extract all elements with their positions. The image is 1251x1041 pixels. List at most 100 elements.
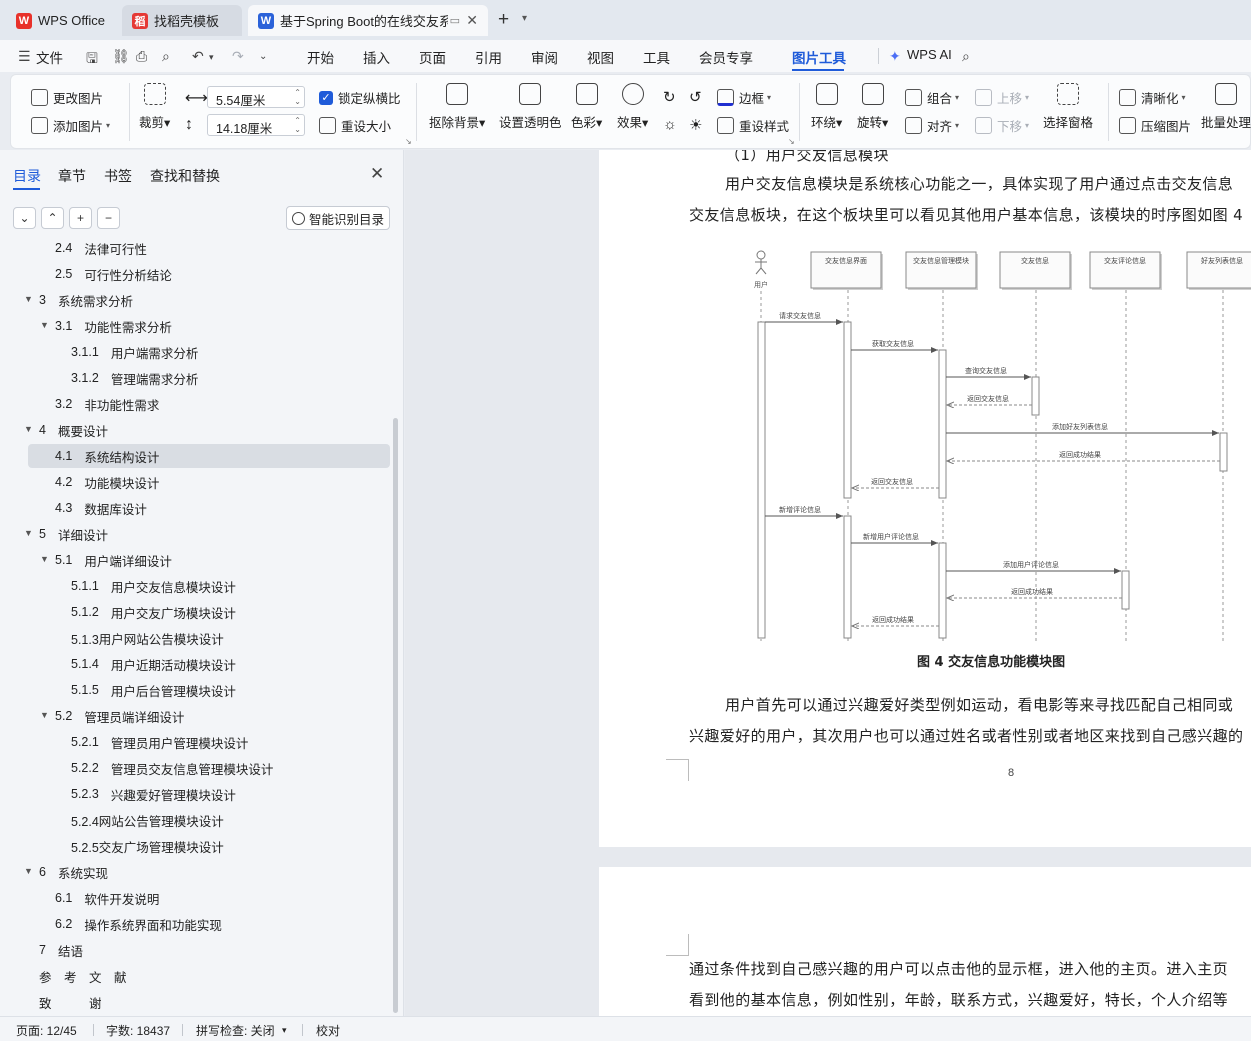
toc-item[interactable]: 2.4 法律可行性: [55, 236, 147, 260]
toc-item[interactable]: 5.1.1 用户交友信息模块设计: [71, 574, 236, 598]
toc-item[interactable]: 致 谢: [39, 990, 102, 1014]
menu-wps-ai[interactable]: WPS AI: [907, 47, 952, 62]
page-count[interactable]: 页面: 12/45: [16, 1022, 77, 1039]
toc-item[interactable]: 5.1.5 用户后台管理模块设计: [71, 678, 236, 702]
toc-item[interactable]: 参 考 文 献: [39, 964, 127, 988]
toc-item[interactable]: 5.2.3 兴趣爱好管理模块设计: [71, 782, 236, 806]
menu-picture-tools[interactable]: 图片工具: [792, 47, 846, 67]
undo-icon[interactable]: ↶: [192, 48, 204, 65]
toc-item[interactable]: 3 系统需求分析: [39, 288, 133, 312]
toc-item[interactable]: 5.2.1 管理员用户管理模块设计: [71, 730, 248, 754]
move-down-button[interactable]: 下移 ▾: [975, 116, 1029, 135]
increase-brightness-icon[interactable]: ☼: [663, 116, 677, 133]
remove-background-button[interactable]: 抠除背景▾: [429, 83, 485, 131]
toc-item[interactable]: 5.1.2 用户交友广场模块设计: [71, 600, 236, 624]
effect-button[interactable]: 效果▾: [617, 83, 648, 131]
toc-item[interactable]: 3.1 功能性需求分析: [55, 314, 172, 338]
border-button[interactable]: 边框 ▾: [717, 88, 771, 107]
collapse-all-button[interactable]: ⌄: [13, 207, 36, 229]
close-icon[interactable]: ✕: [370, 164, 384, 184]
tab-docer-template[interactable]: 稻 找稻壳模板: [122, 5, 242, 36]
hamburger-menu-icon[interactable]: ☰: [18, 48, 31, 65]
selection-pane-button[interactable]: 选择窗格: [1043, 83, 1093, 131]
scrollbar-thumb[interactable]: [393, 418, 398, 1013]
menu-member[interactable]: 会员专享: [699, 47, 753, 67]
nav-tab-toc[interactable]: 目录: [13, 166, 41, 186]
dialog-launcher-icon[interactable]: ↘: [788, 137, 795, 146]
lock-ratio-checkbox[interactable]: ✓ 锁定纵横比: [319, 88, 401, 107]
crop-button[interactable]: 裁剪▾: [139, 83, 170, 131]
wrap-button[interactable]: 环绕▾: [811, 83, 842, 131]
menu-tools[interactable]: 工具: [643, 47, 670, 67]
menu-review[interactable]: 审阅: [531, 47, 558, 67]
toc-item[interactable]: 6.2 操作系统界面和功能实现: [55, 912, 222, 936]
dialog-launcher-icon[interactable]: ↘: [405, 137, 412, 146]
close-icon[interactable]: ✕: [466, 12, 478, 29]
save-icon[interactable]: 🖫: [86, 48, 98, 72]
add-image-button[interactable]: 添加图片 ▾: [31, 116, 110, 135]
height-field[interactable]: 14.18厘米 ⌃ ⌄: [207, 114, 305, 136]
align-button[interactable]: 对齐 ▾: [905, 116, 959, 135]
remove-heading-button[interactable]: −: [97, 207, 120, 229]
set-transparent-button[interactable]: 设置透明色: [499, 83, 562, 131]
toc-item[interactable]: 5 详细设计: [39, 522, 108, 546]
add-heading-button[interactable]: +: [69, 207, 92, 229]
toc-item[interactable]: 5.1.4 用户近期活动模块设计: [71, 652, 236, 676]
toc-item[interactable]: 5.1 用户端详细设计: [55, 548, 172, 572]
group-button[interactable]: 组合 ▾: [905, 88, 959, 107]
toc-item[interactable]: 3.2 非功能性需求: [55, 392, 159, 416]
expand-up-button[interactable]: ⌃: [41, 207, 64, 229]
expand-toggle-icon[interactable]: ▼: [24, 424, 33, 434]
toc-item[interactable]: 2.5 可行性分析结论: [55, 262, 172, 286]
chevron-down-icon[interactable]: ▾: [522, 13, 527, 24]
toc-item[interactable]: 6.1 软件开发说明: [55, 886, 159, 910]
new-tab-icon[interactable]: +: [498, 9, 509, 31]
spinner-arrows-icon[interactable]: ⌃ ⌄: [294, 88, 301, 106]
expand-toggle-icon[interactable]: ▼: [24, 866, 33, 876]
expand-toggle-icon[interactable]: ▼: [40, 320, 49, 330]
chevron-down-icon[interactable]: ▾: [209, 52, 214, 63]
width-field[interactable]: 5.54厘米 ⌃ ⌄: [207, 86, 305, 108]
spell-check-status[interactable]: 拼写检查: 关闭: [196, 1022, 275, 1039]
nav-tab-find-replace[interactable]: 查找和替换: [150, 166, 220, 186]
decrease-brightness-icon[interactable]: ☀: [689, 116, 702, 134]
toc-item[interactable]: 4 概要设计: [39, 418, 108, 442]
increase-contrast-icon[interactable]: ↻: [663, 88, 676, 106]
toc-item[interactable]: 3.1.2 管理端需求分析: [71, 366, 198, 390]
document-canvas[interactable]: （1）用户交友信息模块 用户交友信息模块是系统核心功能之一，具体实现了用户通过点…: [405, 150, 1251, 1016]
tab-document[interactable]: W 基于Spring Boot的在线交友系 ▭ ✕: [248, 5, 488, 36]
sequence-diagram[interactable]: 用户 交友信息界面 交友信息管理模块 交友信息 交友评论信息 好友列表信息 请求…: [739, 246, 1251, 646]
rotate-button[interactable]: 旋转▾: [857, 83, 888, 131]
link-icon[interactable]: ⛓: [112, 48, 130, 65]
chevron-down-icon[interactable]: ⌄: [259, 51, 267, 62]
proofread-button[interactable]: 校对: [316, 1022, 340, 1039]
move-up-button[interactable]: 上移 ▾: [975, 88, 1029, 107]
expand-toggle-icon[interactable]: ▼: [40, 710, 49, 720]
toc-item[interactable]: 5.2.2 管理员交友信息管理模块设计: [71, 756, 273, 780]
toc-item[interactable]: 5.2.5交友广场管理模块设计: [71, 834, 224, 858]
change-image-button[interactable]: 更改图片: [31, 88, 103, 107]
word-count[interactable]: 字数: 18437: [106, 1022, 170, 1039]
menu-reference[interactable]: 引用: [475, 47, 502, 67]
menu-page[interactable]: 页面: [419, 47, 446, 67]
print-preview-icon[interactable]: ⌕: [162, 48, 170, 65]
screen-icon[interactable]: ▭: [450, 14, 460, 27]
toc-item[interactable]: 4.1 系统结构设计: [55, 444, 159, 468]
expand-toggle-icon[interactable]: ▼: [24, 294, 33, 304]
toc-item[interactable]: 5.2.4网站公告管理模块设计: [71, 808, 224, 832]
compress-image-button[interactable]: 压缩图片: [1119, 116, 1191, 135]
toc-item[interactable]: 3.1.1 用户端需求分析: [71, 340, 198, 364]
toc-item[interactable]: 5.1.3用户网站公告模块设计: [71, 626, 224, 650]
menu-file[interactable]: 文件: [36, 47, 63, 67]
toc-item[interactable]: 6 系统实现: [39, 860, 108, 884]
toc-item[interactable]: 4.2 功能模块设计: [55, 470, 159, 494]
toc-item[interactable]: 7 结语: [39, 938, 83, 962]
chevron-down-icon[interactable]: ▾: [282, 1025, 287, 1036]
smart-toc-button[interactable]: 智能识别目录: [286, 206, 390, 230]
spinner-arrows-icon[interactable]: ⌃ ⌄: [294, 116, 301, 134]
expand-toggle-icon[interactable]: ▼: [24, 528, 33, 538]
toc-item[interactable]: 5.2 管理员端详细设计: [55, 704, 184, 728]
expand-toggle-icon[interactable]: ▼: [40, 554, 49, 564]
nav-tab-sections[interactable]: 章节: [58, 166, 86, 186]
reset-style-button[interactable]: 重设样式: [717, 116, 789, 135]
